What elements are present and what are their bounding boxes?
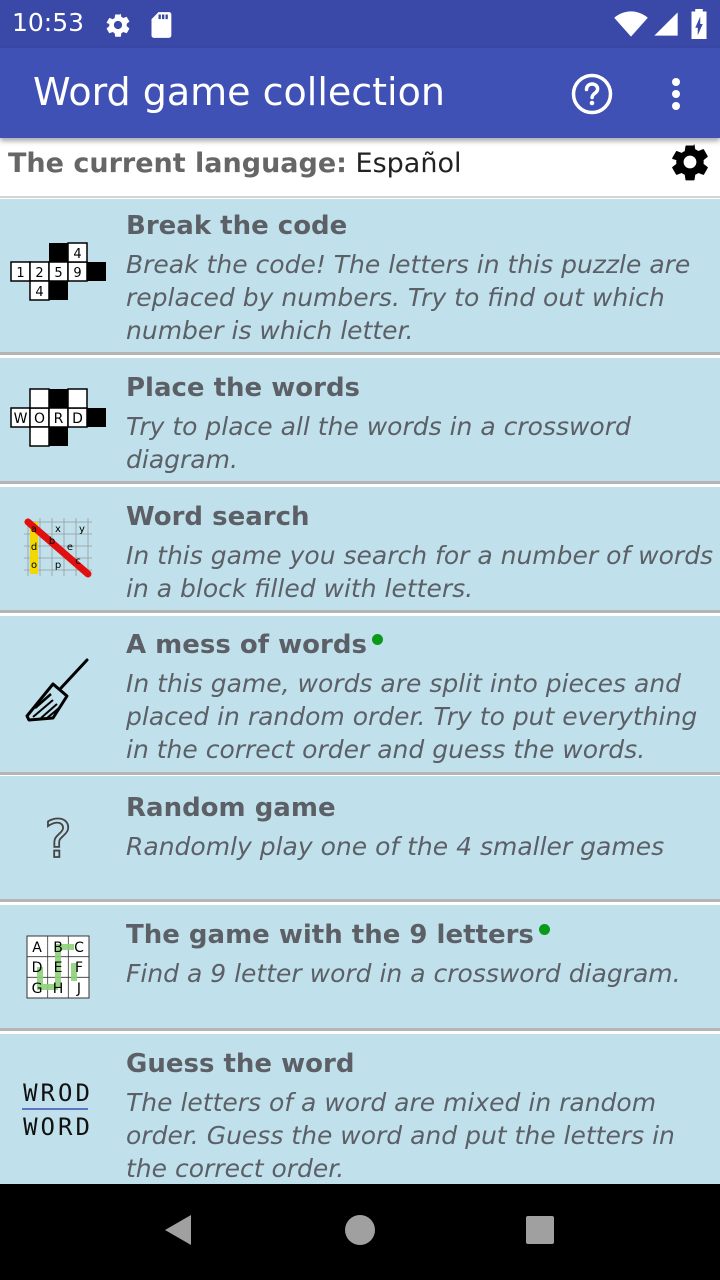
game-title: Random game xyxy=(126,793,336,823)
guess-word-icon: WROD WORD xyxy=(8,1072,108,1146)
battery-charging-icon xyxy=(690,9,708,44)
game-title-text: A mess of words xyxy=(126,630,367,660)
sd-card-icon xyxy=(150,11,174,44)
game-item-place-the-words[interactable]: W O R D Place the words Try to place all… xyxy=(0,358,720,484)
wifi-icon xyxy=(614,10,648,43)
settings-gear-icon xyxy=(104,11,132,44)
game-item-word-search[interactable]: a x y d b e o p c Word search In this ga… xyxy=(0,487,720,613)
settings-button[interactable] xyxy=(664,138,716,190)
icon-letter: H xyxy=(53,981,64,997)
icon-number-cell: 4 xyxy=(35,285,43,300)
game-title-text: Word search xyxy=(126,502,310,532)
icon-letter: e xyxy=(67,542,73,553)
icon-letter: F xyxy=(75,960,83,976)
icon-number-cell: 5 xyxy=(54,266,62,281)
game-title: The game with the 9 letters xyxy=(126,920,550,950)
game-title-text: Break the code xyxy=(126,211,348,241)
icon-letter: J xyxy=(76,981,81,997)
place-words-icon: W O R D xyxy=(8,386,108,450)
game-title: A mess of words xyxy=(126,630,383,660)
broom-icon xyxy=(8,656,108,726)
icon-letter: a xyxy=(31,524,37,535)
game-title: Word search xyxy=(126,502,310,532)
signal-icon xyxy=(652,10,680,43)
icon-letter-cell: R xyxy=(54,411,64,427)
game-item-break-the-code[interactable]: 4 1 2 5 9 4 Break the code Break the cod… xyxy=(0,199,720,355)
icon-letter-cell: W xyxy=(14,411,28,427)
game-item-mess-of-words[interactable]: A mess of words In this game, words are … xyxy=(0,616,720,775)
back-icon xyxy=(161,1213,195,1252)
more-vert-icon xyxy=(671,77,681,116)
icon-letter: d xyxy=(31,542,37,553)
language-text: The current language: Español xyxy=(8,148,462,179)
game-title: Guess the word xyxy=(126,1049,354,1079)
break-the-code-icon: 4 1 2 5 9 4 xyxy=(8,239,108,305)
game-title-text: Guess the word xyxy=(126,1049,355,1079)
language-value: Español xyxy=(355,148,462,179)
home-icon xyxy=(344,1214,376,1251)
help-button[interactable] xyxy=(566,70,618,122)
icon-number-cell: 1 xyxy=(16,266,24,281)
icon-letter: G xyxy=(32,981,43,997)
icon-number-cell: 9 xyxy=(73,266,81,281)
icon-letter: c xyxy=(75,556,81,567)
game-title: Break the code xyxy=(126,211,347,241)
app-title: Word game collection xyxy=(33,70,445,114)
game-item-nine-letters[interactable]: A B C D E F G H J The game with the 9 le… xyxy=(0,905,720,1031)
word-search-icon: a x y d b e o p c xyxy=(8,515,108,581)
game-description: In this game you search for a number of … xyxy=(126,541,714,603)
icon-letter: D xyxy=(32,960,43,976)
navigation-bar xyxy=(0,1184,720,1280)
question-glyph: ? xyxy=(44,810,72,865)
game-description: The letters of a word are mixed in rando… xyxy=(126,1088,675,1183)
home-button[interactable] xyxy=(328,1200,392,1264)
language-row[interactable]: The current language: Español xyxy=(0,138,720,198)
icon-scrambled-word: WROD xyxy=(23,1079,93,1107)
gear-icon xyxy=(668,140,712,189)
recents-icon xyxy=(525,1215,555,1250)
new-indicator-dot xyxy=(538,924,550,935)
game-title-text: The game with the 9 letters xyxy=(126,920,534,950)
nine-letters-icon: A B C D E F G H J xyxy=(8,935,108,999)
question-mark-icon: ? xyxy=(8,806,108,868)
icon-solved-word: WORD xyxy=(23,1113,93,1141)
game-item-guess-the-word[interactable]: WROD WORD Guess the word The letters of … xyxy=(0,1034,720,1184)
game-title: Place the words xyxy=(126,373,360,403)
back-button[interactable] xyxy=(146,1200,210,1264)
recents-button[interactable] xyxy=(508,1200,572,1264)
icon-letter: E xyxy=(54,960,63,976)
game-title-text: Random game xyxy=(126,793,336,823)
icon-letter: o xyxy=(31,560,37,571)
icon-letter-cell: O xyxy=(34,411,45,427)
new-indicator-dot xyxy=(371,634,383,645)
icon-letter: x xyxy=(55,524,61,535)
icon-letter: y xyxy=(79,524,85,535)
icon-letter-cell: D xyxy=(72,411,83,427)
game-description: Find a 9 letter word in a crossword diag… xyxy=(126,959,681,988)
icon-number-cell: 2 xyxy=(35,266,43,281)
icon-letter: A xyxy=(32,940,42,956)
game-description: Try to place all the words in a crosswor… xyxy=(126,412,631,474)
icon-number-cell: 4 xyxy=(73,247,81,262)
icon-letter: C xyxy=(74,940,84,956)
app-bar: Word game collection xyxy=(0,48,720,138)
game-title-text: Place the words xyxy=(126,373,361,403)
icon-letter: B xyxy=(53,940,63,956)
status-bar: 10:53 xyxy=(0,0,720,48)
language-label: The current language: xyxy=(8,148,347,179)
game-list[interactable]: 4 1 2 5 9 4 Break the code Break the cod… xyxy=(0,199,720,1184)
game-description: Randomly play one of the 4 smaller games xyxy=(126,832,665,861)
game-description: In this game, words are split into piece… xyxy=(126,669,698,764)
icon-letter: b xyxy=(49,536,55,547)
status-time: 10:53 xyxy=(12,8,85,37)
more-options-button[interactable] xyxy=(656,70,696,122)
help-icon xyxy=(570,72,614,121)
game-description: Break the code! The letters in this puzz… xyxy=(126,250,691,345)
icon-letter: p xyxy=(55,560,61,571)
game-item-random-game[interactable]: ? Random game Randomly play one of the 4… xyxy=(0,776,720,902)
